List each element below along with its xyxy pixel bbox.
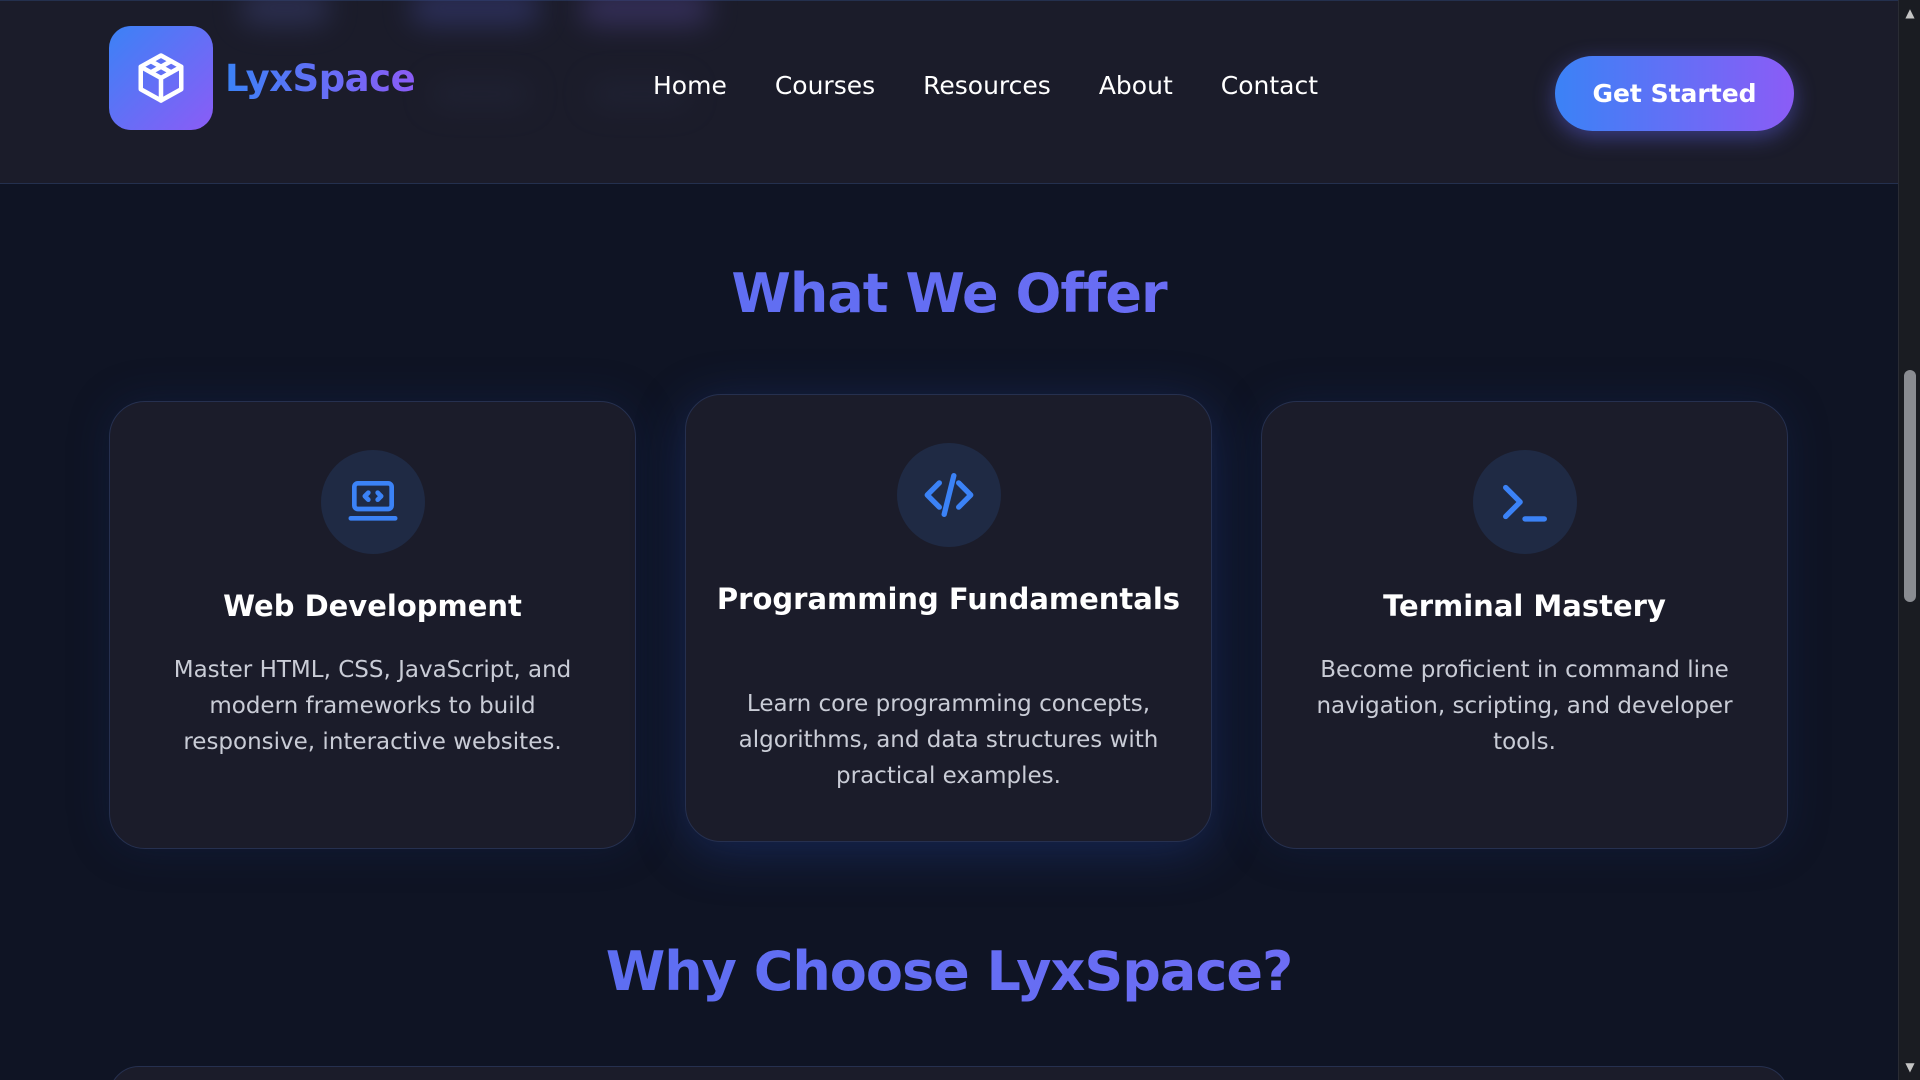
scroll-down-icon[interactable]: ▼ xyxy=(1899,1056,1920,1078)
brand-logo-link[interactable]: LyxSpace xyxy=(109,26,416,130)
page-viewport: LyxSpace Home Courses Resources About Co… xyxy=(0,0,1898,1080)
icon-circle xyxy=(321,450,425,554)
icon-circle xyxy=(897,443,1001,547)
background-blur xyxy=(580,0,710,25)
icon-circle xyxy=(1473,450,1577,554)
brand-name: LyxSpace xyxy=(225,56,416,100)
top-navbar: LyxSpace Home Courses Resources About Co… xyxy=(0,0,1898,184)
nav-link-courses[interactable]: Courses xyxy=(775,71,875,100)
offer-card-web-development[interactable]: Web Development Master HTML, CSS, JavaSc… xyxy=(109,401,636,849)
card-title: Web Development xyxy=(223,589,522,623)
card-description: Master HTML, CSS, JavaScript, and modern… xyxy=(173,657,572,755)
get-started-button[interactable]: Get Started xyxy=(1555,56,1794,131)
laptop-code-icon xyxy=(348,481,398,521)
vertical-scrollbar[interactable]: ▲ ▼ xyxy=(1898,0,1920,1080)
background-blur xyxy=(430,81,530,107)
background-blur xyxy=(410,0,540,25)
cube-icon xyxy=(138,53,184,103)
terminal-icon xyxy=(1503,484,1547,522)
background-blur xyxy=(240,0,330,25)
scroll-up-icon[interactable]: ▲ xyxy=(1899,2,1920,24)
scrollbar-thumb[interactable] xyxy=(1904,370,1916,602)
code-icon xyxy=(924,473,974,517)
why-card xyxy=(109,1066,1789,1080)
nav-link-contact[interactable]: Contact xyxy=(1221,71,1318,100)
card-title: Programming Fundamentals xyxy=(716,582,1181,616)
main-nav: Home Courses Resources About Contact xyxy=(653,71,1318,100)
nav-link-about[interactable]: About xyxy=(1099,71,1173,100)
logo-badge xyxy=(109,26,213,130)
section-title-offer: What We Offer xyxy=(0,262,1898,325)
nav-link-resources[interactable]: Resources xyxy=(923,71,1051,100)
card-description: Become proficient in command line naviga… xyxy=(1316,657,1733,755)
nav-link-home[interactable]: Home xyxy=(653,71,727,100)
offer-card-programming-fundamentals[interactable]: Programming Fundamentals Learn core prog… xyxy=(685,394,1212,842)
offer-card-terminal-mastery[interactable]: Terminal Mastery Become proficient in co… xyxy=(1261,401,1788,849)
card-title: Terminal Mastery xyxy=(1383,589,1666,623)
card-description: Learn core programming concepts, algorit… xyxy=(738,691,1159,789)
section-title-why: Why Choose LyxSpace? xyxy=(0,940,1898,1003)
